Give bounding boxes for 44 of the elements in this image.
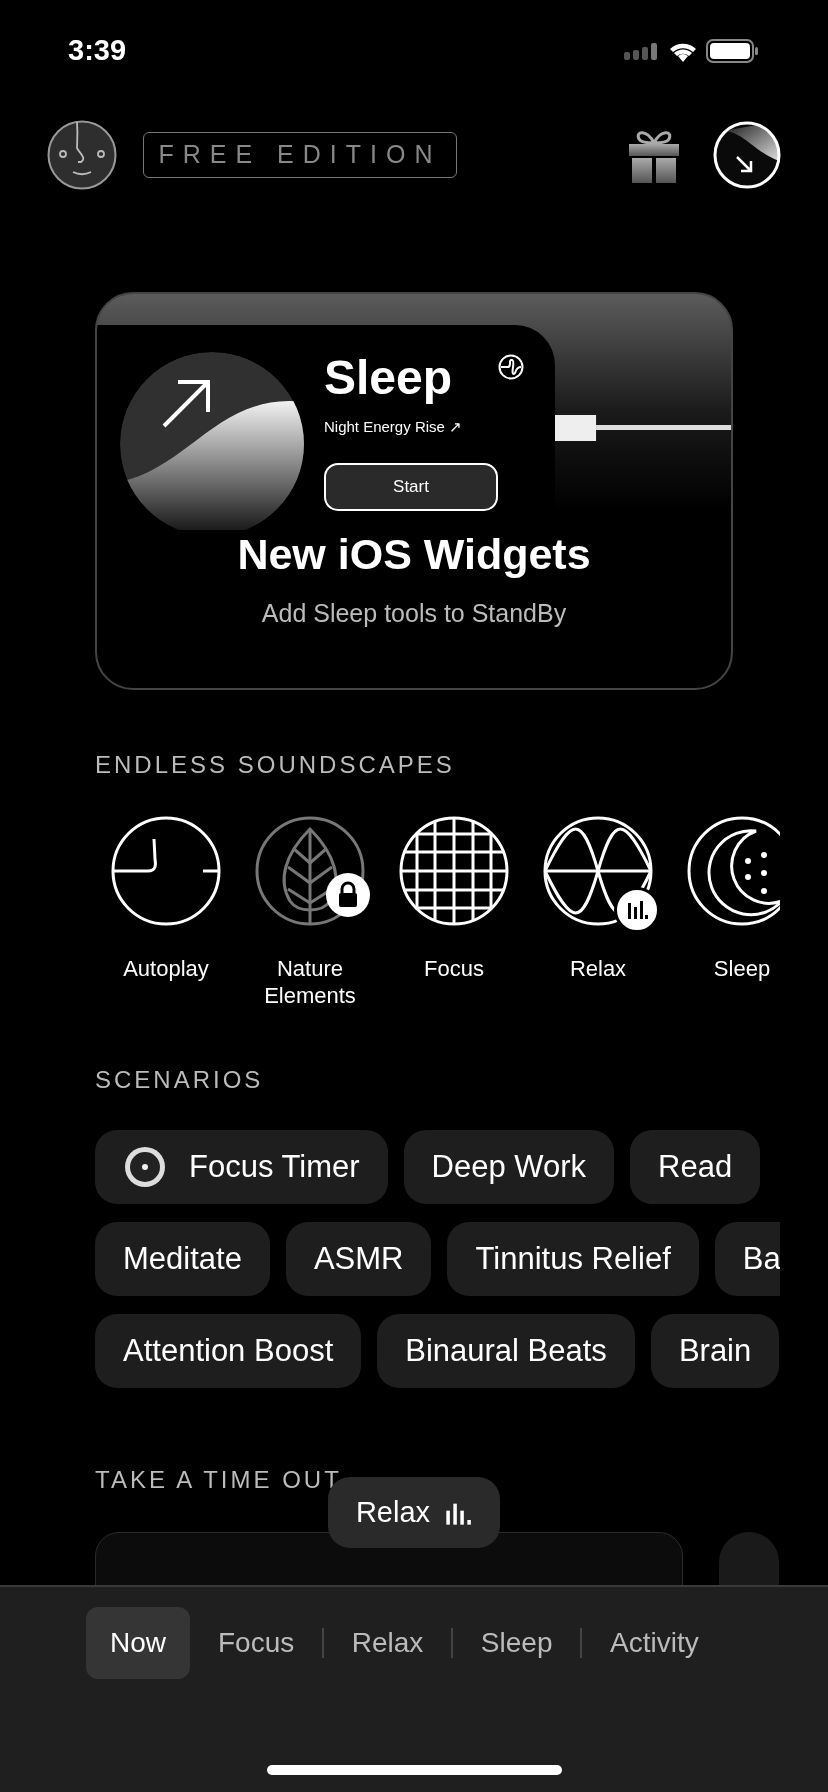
logo-icon <box>498 354 524 380</box>
soundscape-label: Nature Elements <box>263 955 357 1009</box>
signal-icon <box>624 42 660 60</box>
scenario-chip[interactable]: Brain <box>650 1314 780 1388</box>
soundscape-label: Sleep <box>712 955 772 982</box>
soundscape-label: Relax <box>568 955 628 982</box>
promo-title: New iOS Widgets <box>236 529 592 580</box>
nav-tab[interactable]: Activity <box>582 1607 727 1679</box>
nav-tab[interactable]: Now <box>86 1607 190 1679</box>
scenario-chip[interactable]: ASMR <box>285 1222 432 1296</box>
autoplay-soundscape-icon[interactable] <box>110 815 222 927</box>
scenario-chip[interactable]: Deep Work <box>403 1130 615 1204</box>
section-heading: SCENARIOS <box>95 1065 265 1095</box>
promo-subtitle: Add Sleep tools to StandBy <box>260 597 568 629</box>
battery-icon <box>706 39 760 63</box>
charging-cable-icon <box>555 412 731 443</box>
profile-icon[interactable] <box>713 121 781 189</box>
scenario-chip[interactable]: Ba <box>714 1222 780 1296</box>
scenario-chip[interactable]: Tinnitus Relief <box>447 1222 699 1296</box>
nav-tab[interactable]: Focus <box>190 1607 323 1679</box>
scenario-chip[interactable]: Binaural Beats <box>377 1314 635 1388</box>
focus-soundscape-icon[interactable] <box>398 815 510 927</box>
timer-disc-icon <box>123 1145 167 1189</box>
face-avatar-icon[interactable] <box>47 120 117 190</box>
widget-promo-card[interactable]: Sleep Night Energy Rise ↗ Start New iOS Widgets Add Sleep tools to StandBy <box>95 292 733 690</box>
widget-subtitle: Night Energy Rise ↗ <box>324 417 464 437</box>
scenario-chip[interactable]: Attention Boost <box>95 1314 362 1388</box>
scenario-chip[interactable]: Meditate <box>95 1222 270 1296</box>
start-button[interactable]: Start <box>324 462 498 511</box>
relax-soundscape-icon[interactable] <box>542 815 654 927</box>
nav-tab[interactable]: Sleep <box>452 1607 581 1679</box>
nature-soundscape-icon[interactable] <box>254 815 366 927</box>
lock-icon <box>326 873 370 917</box>
sleep-soundscape-icon[interactable] <box>686 815 780 927</box>
scenario-chip[interactable]: Read <box>630 1130 761 1204</box>
soundscape-label: Focus <box>423 955 485 982</box>
widget-title: Sleep <box>324 352 453 404</box>
edition-badge: FREE EDITION <box>143 132 457 178</box>
soundscape-label: Autoplay <box>122 955 210 982</box>
status-time: 3:39 <box>68 33 127 69</box>
arrow-circle-picture-icon <box>120 352 304 530</box>
scenario-chip[interactable]: Focus Timer <box>95 1130 388 1204</box>
nav-tab[interactable]: Relax <box>323 1607 452 1679</box>
section-heading: ENDLESS SOUNDSCAPES <box>95 750 456 780</box>
